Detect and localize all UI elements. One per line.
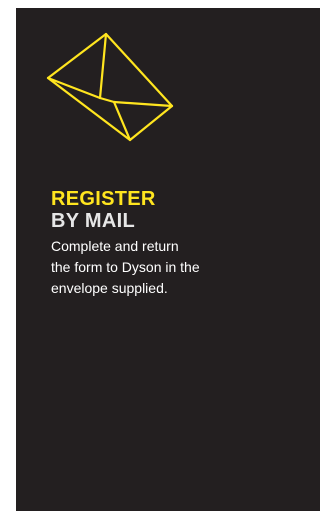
envelope-icon (46, 32, 174, 142)
instructions-line: envelope supplied. (51, 280, 168, 296)
instructions-line: the form to Dyson in the (51, 259, 200, 275)
register-by-mail-card: REGISTER BY MAIL Complete and return the… (16, 8, 320, 511)
heading-by-mail: BY MAIL (51, 210, 135, 232)
instructions-text: Complete and return the form to Dyson in… (51, 236, 281, 299)
instructions-line: Complete and return (51, 238, 179, 254)
heading-register: REGISTER (51, 188, 156, 210)
heading: REGISTER BY MAIL (51, 188, 156, 232)
